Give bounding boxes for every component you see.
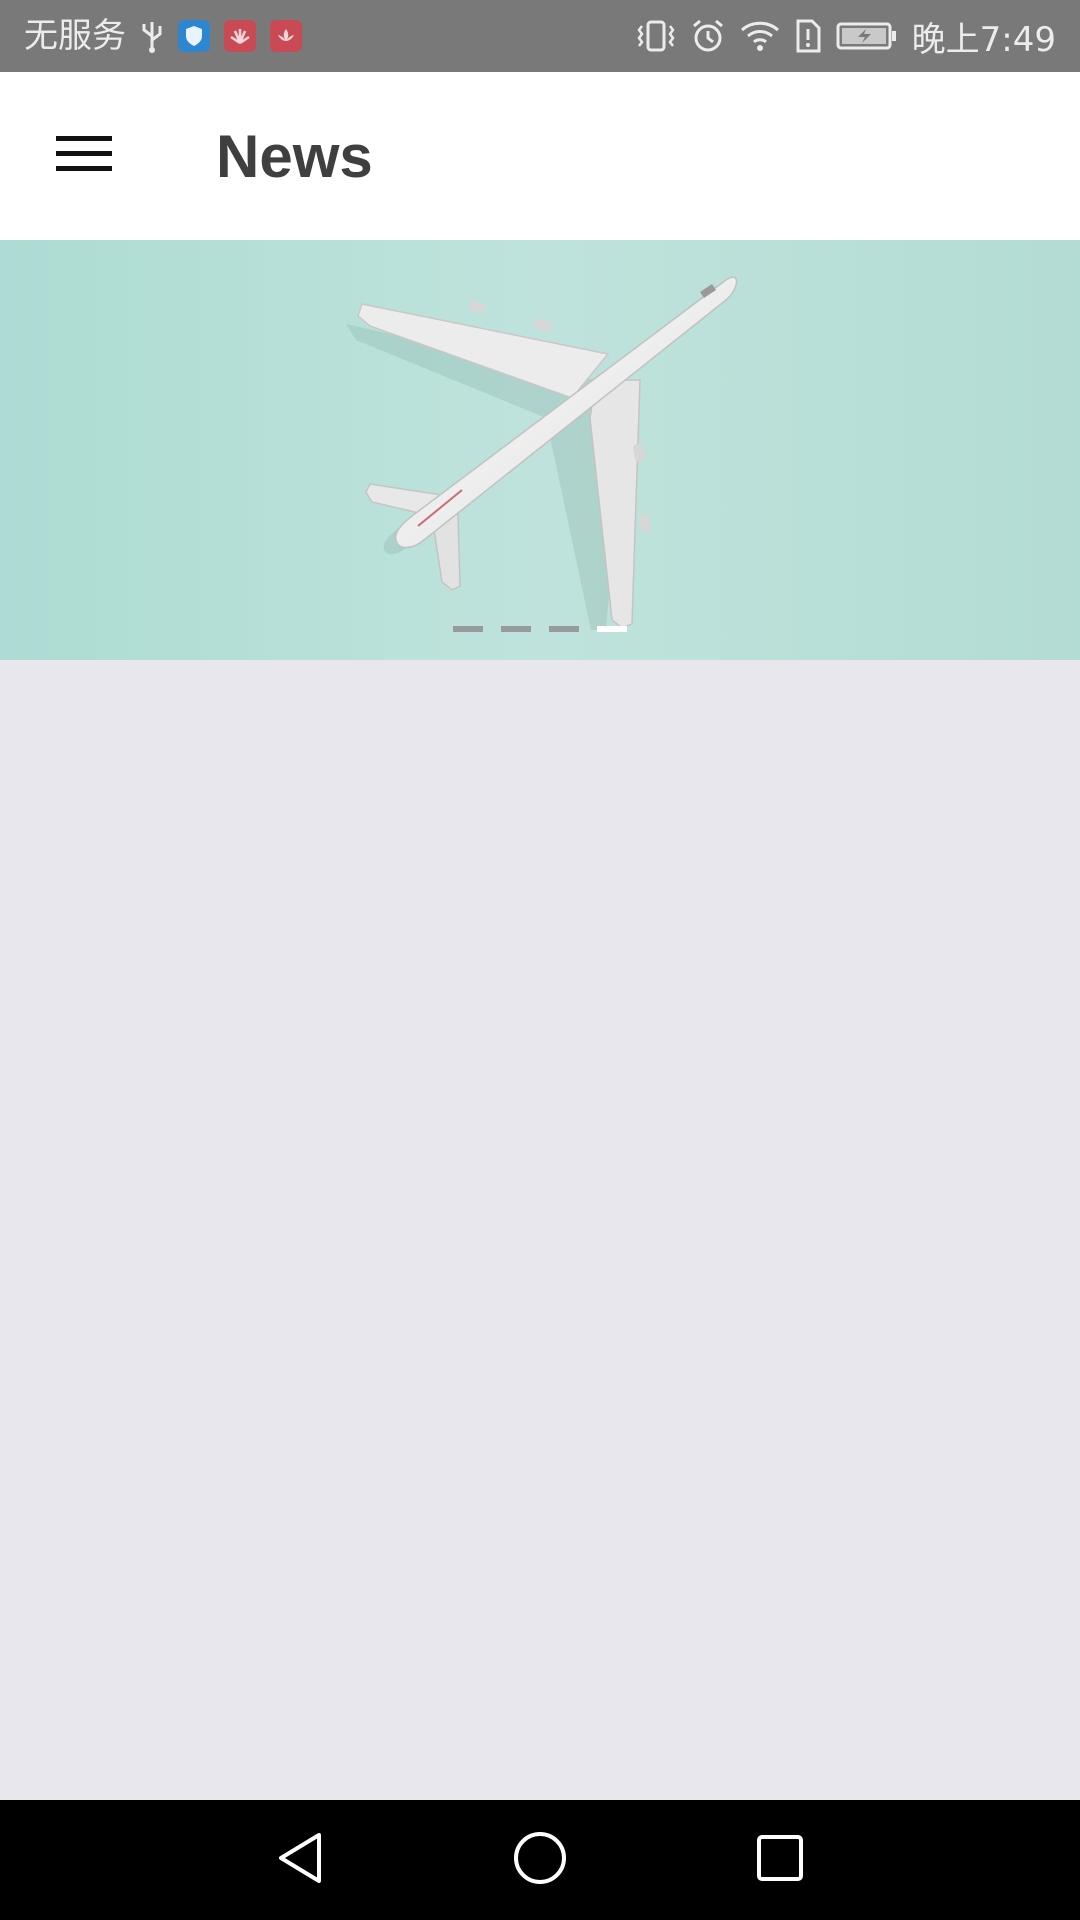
page-title: News bbox=[216, 122, 373, 190]
shield-app-icon bbox=[178, 20, 210, 52]
usb-icon bbox=[140, 18, 164, 54]
back-button[interactable] bbox=[265, 1825, 335, 1895]
alarm-icon bbox=[690, 18, 726, 54]
pager-indicator-2[interactable] bbox=[501, 626, 531, 632]
home-button[interactable] bbox=[505, 1825, 575, 1895]
battery-charging-icon bbox=[836, 21, 898, 51]
wifi-icon bbox=[740, 19, 780, 53]
carousel-pager bbox=[0, 626, 1080, 632]
carrier-label: 无服务 bbox=[24, 16, 126, 56]
huawei-app-icon bbox=[224, 20, 256, 52]
pager-indicator-1[interactable] bbox=[453, 626, 483, 632]
airplane-image bbox=[346, 276, 738, 630]
clock: 晚上7:49 bbox=[911, 19, 1056, 60]
sim-alert-icon bbox=[794, 18, 822, 54]
news-list-area bbox=[0, 660, 1080, 1800]
back-icon bbox=[275, 1831, 325, 1889]
status-right: 晚上7:49 bbox=[636, 12, 1056, 61]
hamburger-menu-icon bbox=[56, 134, 112, 178]
status-bar: 无服务 晚上7:49 bbox=[0, 0, 1080, 72]
app-toolbar: News bbox=[0, 72, 1080, 240]
lotus-app-icon bbox=[270, 20, 302, 52]
vibrate-icon bbox=[636, 18, 676, 54]
menu-button[interactable] bbox=[0, 72, 168, 240]
recents-button[interactable] bbox=[745, 1825, 815, 1895]
banner-carousel[interactable] bbox=[0, 240, 1080, 660]
pager-indicator-3[interactable] bbox=[549, 626, 579, 632]
recents-icon bbox=[756, 1834, 804, 1886]
home-icon bbox=[513, 1831, 567, 1889]
pager-indicator-4-active[interactable] bbox=[597, 626, 627, 632]
system-nav-bar bbox=[0, 1800, 1080, 1920]
status-left: 无服务 bbox=[24, 18, 302, 54]
